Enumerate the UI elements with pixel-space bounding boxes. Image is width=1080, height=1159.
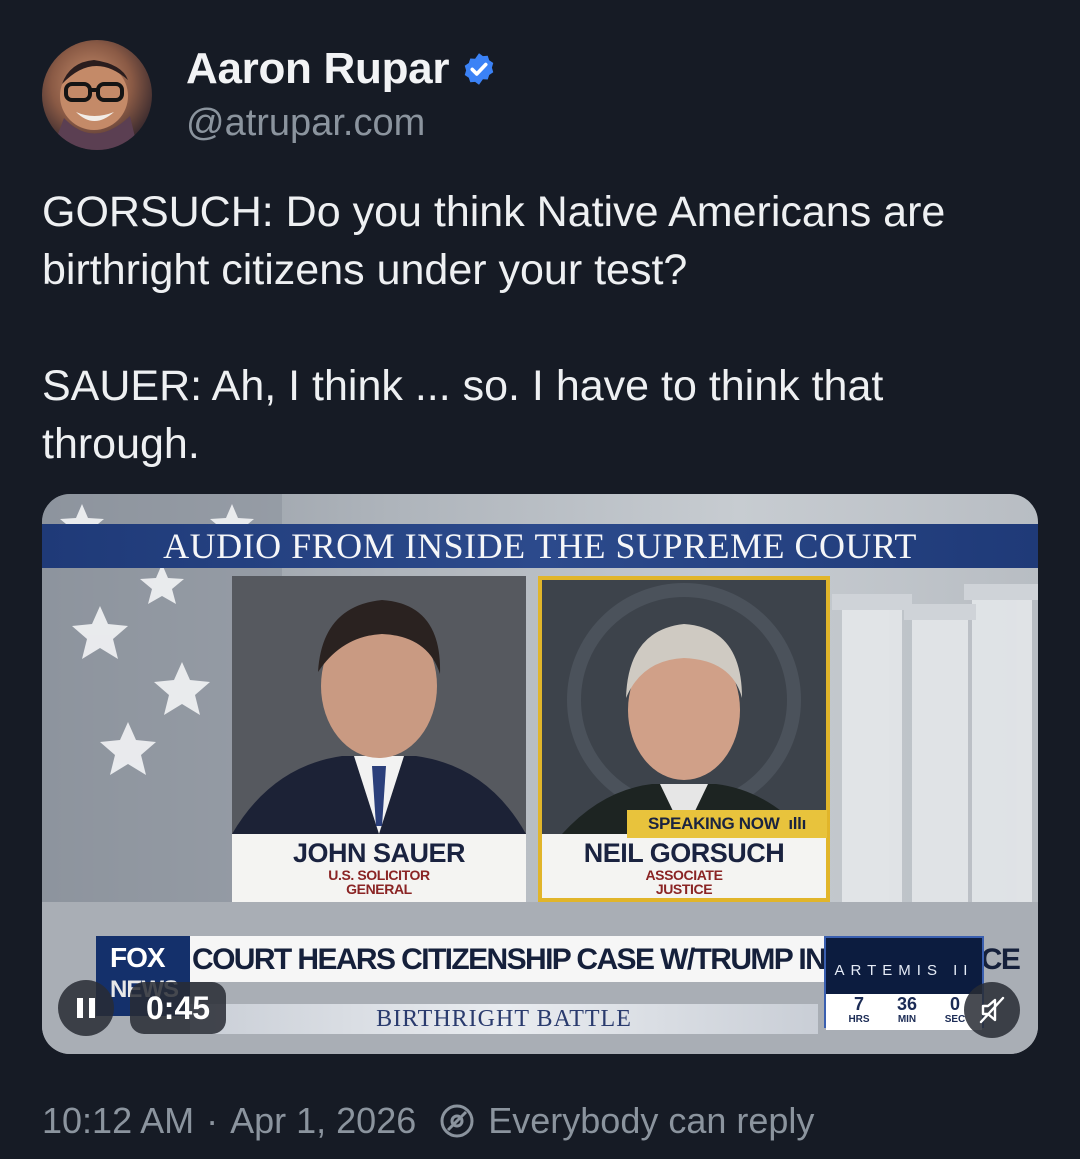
chyron-bar: COURT HEARS CITIZENSHIP CASE W/TRUMP IN … (96, 936, 1021, 982)
reply-setting-label[interactable]: Everybody can reply (488, 1100, 814, 1142)
gorsuch-name: NEIL GORSUCH (583, 838, 785, 868)
video-player[interactable]: AUDIO FROM INSIDE THE SUPREME COURT JOHN… (42, 494, 1038, 1054)
countdown-clock: 7 HRS 36 MIN 0 SEC (826, 994, 982, 1030)
gorsuch-role-line2: JUSTICE (655, 881, 713, 897)
author-name[interactable]: Aaron Rupar (186, 44, 449, 94)
sauer-photo (232, 576, 526, 834)
video-timestamp: 0:45 (130, 982, 227, 1034)
avatar-image (52, 60, 138, 150)
verified-badge-icon (464, 53, 494, 85)
post: Aaron Rupar @atrupar.com GORSUCH: Do you… (0, 0, 1080, 1159)
countdown-minutes-label: MIN (897, 1014, 917, 1025)
network-logo-line1: FOX (110, 942, 166, 973)
speaking-now-badge: SPEAKING NOW ıllı (627, 810, 827, 838)
sauer-card: JOHN SAUER U.S. SOLICITOR GENERAL (232, 576, 526, 902)
sauer-name: JOHN SAUER (292, 838, 466, 868)
gorsuch-role-line1: ASSOCIATE (645, 867, 723, 883)
post-date[interactable]: Apr 1, 2026 (230, 1100, 416, 1142)
reply-settings-icon (440, 1104, 474, 1138)
gorsuch-photo (542, 580, 826, 834)
countdown-minutes: 36 (896, 994, 918, 1014)
speaking-now-label: SPEAKING NOW (647, 814, 780, 833)
post-footer: 10:12 AM · Apr 1, 2026 Everybody can rep… (42, 1100, 814, 1142)
post-text: GORSUCH: Do you think Native Americans a… (42, 188, 946, 468)
chyron-headline: COURT HEARS CITIZENSHIP CASE W/TRUMP IN … (192, 943, 1021, 976)
author-name-row: Aaron Rupar (186, 44, 497, 94)
sauer-role-line1: U.S. SOLICITOR (328, 867, 430, 883)
audio-bars-icon: ıllı (783, 814, 807, 833)
author-handle[interactable]: @atrupar.com (186, 102, 425, 145)
mute-toggle-button[interactable] (964, 982, 1020, 1038)
author-avatar[interactable] (42, 40, 152, 150)
post-time[interactable]: 10:12 AM (42, 1100, 194, 1142)
countdown-hours: 7 (853, 994, 864, 1014)
video-banner: AUDIO FROM INSIDE THE SUPREME COURT (42, 524, 1038, 568)
countdown-hours-label: HRS (848, 1014, 870, 1025)
gorsuch-card: SPEAKING NOW ıllı NEIL GORSUCH ASSOCIATE… (538, 576, 830, 902)
countdown-box: ARTEMIS II 7 HRS 36 MIN 0 SEC (824, 936, 984, 1030)
sauer-role-line2: GENERAL (346, 881, 412, 897)
footer-separator: · (206, 1100, 219, 1141)
pause-icon (77, 998, 95, 1018)
pause-button[interactable] (58, 980, 114, 1036)
muted-speaker-icon (979, 996, 1005, 1024)
chyron-subheadline: BIRTHRIGHT BATTLE (190, 1004, 818, 1034)
countdown-title: ARTEMIS II (834, 962, 974, 979)
